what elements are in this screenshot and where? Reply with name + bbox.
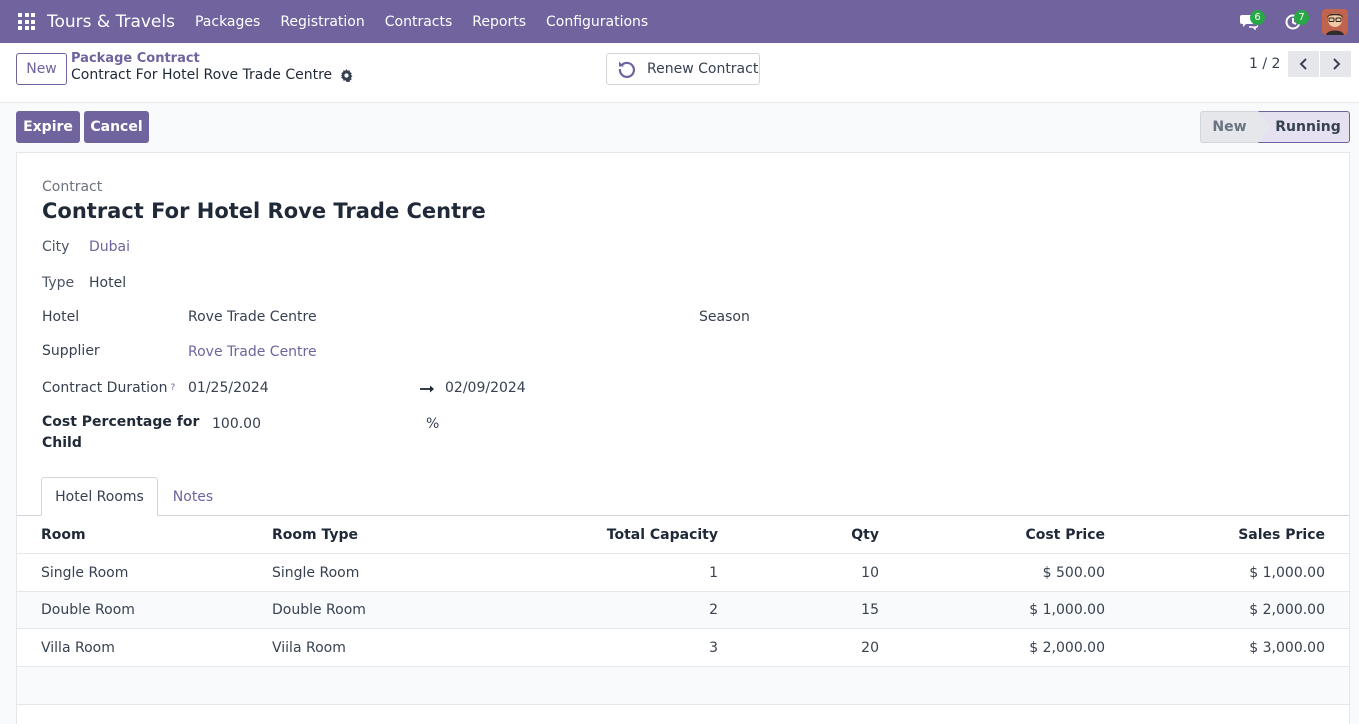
tab-notes[interactable]: Notes xyxy=(159,477,227,516)
table-row[interactable]: Villa Room Viila Room 3 20 $ 2,000.00 $ … xyxy=(17,629,1349,667)
help-tooltip-icon[interactable]: ? xyxy=(170,383,175,393)
new-button[interactable]: New xyxy=(16,53,67,85)
cell-room-type: Viila Room xyxy=(272,639,346,656)
renew-icon xyxy=(618,61,636,78)
header-sales-price[interactable]: Sales Price xyxy=(1238,516,1325,553)
breadcrumb-current: Contract For Hotel Rove Trade Centre xyxy=(71,67,353,83)
activities-badge: 7 xyxy=(1294,9,1309,25)
cost-percentage-label-line2: Child xyxy=(42,435,82,451)
app-brand[interactable]: Tours & Travels xyxy=(47,12,175,32)
messages-button[interactable]: 6 xyxy=(1234,7,1265,37)
table-empty-row xyxy=(17,666,1349,705)
breadcrumb-current-label: Contract For Hotel Rove Trade Centre xyxy=(71,67,333,83)
table-row[interactable]: Single Room Single Room 1 10 $ 500.00 $ … xyxy=(17,554,1349,592)
stage-arrow xyxy=(1258,111,1270,143)
cell-sales-price: $ 3,000.00 xyxy=(1249,639,1325,656)
pager-value[interactable]: 1 / 2 xyxy=(1249,56,1280,72)
contract-duration-label: Contract Duration? xyxy=(42,378,175,399)
contract-label: Contract xyxy=(42,179,103,195)
messages-badge: 6 xyxy=(1250,9,1265,25)
season-label: Season xyxy=(699,309,750,325)
stage-running[interactable]: Running xyxy=(1258,111,1350,143)
stage-new[interactable]: New xyxy=(1200,111,1258,143)
end-date-field[interactable]: 02/09/2024 xyxy=(445,380,526,396)
cost-percentage-label-line1: Cost Percentage for xyxy=(42,414,200,430)
supplier-label: Supplier xyxy=(42,343,100,359)
cell-qty: 20 xyxy=(861,639,879,656)
hotel-label: Hotel xyxy=(42,309,80,325)
breadcrumb-parent[interactable]: Package Contract xyxy=(71,51,353,67)
activities-button[interactable]: 7 xyxy=(1278,7,1309,37)
supplier-link[interactable]: Rove Trade Centre xyxy=(188,344,317,360)
type-value[interactable]: Hotel xyxy=(89,275,126,291)
status-bar: New Running xyxy=(1200,111,1350,143)
chevron-right-icon xyxy=(1333,58,1341,70)
cell-capacity: 3 xyxy=(709,639,718,656)
start-date-field[interactable]: 01/25/2024 xyxy=(188,380,269,396)
cell-capacity: 1 xyxy=(709,564,718,581)
header-room[interactable]: Room xyxy=(41,516,86,553)
pager: 1 / 2 xyxy=(1249,51,1352,77)
cell-cost-price: $ 1,000.00 xyxy=(1029,602,1105,618)
city-label: City xyxy=(42,239,70,255)
chevron-left-icon xyxy=(1299,58,1307,70)
table-row[interactable]: Double Room Double Room 2 15 $ 1,000.00 … xyxy=(17,591,1349,629)
menu-registration[interactable]: Registration xyxy=(270,14,374,30)
pager-next-button[interactable] xyxy=(1320,51,1352,77)
pager-previous-button[interactable] xyxy=(1288,51,1320,77)
type-label: Type xyxy=(42,275,75,291)
header-total-capacity[interactable]: Total Capacity xyxy=(607,516,718,553)
cost-percentage-label: Cost Percentage for Child xyxy=(42,412,199,454)
cancel-button[interactable]: Cancel xyxy=(84,111,149,143)
percent-sign: % xyxy=(426,416,440,432)
menu-reports[interactable]: Reports xyxy=(462,14,536,30)
stage-running-label: Running xyxy=(1275,119,1341,135)
menu-configurations[interactable]: Configurations xyxy=(536,14,658,30)
cell-room: Single Room xyxy=(41,564,129,581)
contract-duration-text: Contract Duration xyxy=(42,380,168,396)
hotel-rooms-table: Room Room Type Total Capacity Qty Cost P… xyxy=(17,516,1349,705)
arrow-right-icon xyxy=(420,385,434,393)
top-navbar: Tours & Travels Packages Registration Co… xyxy=(0,0,1359,43)
gear-icon[interactable] xyxy=(340,68,353,82)
cell-sales-price: $ 1,000.00 xyxy=(1249,564,1325,581)
apps-grid-icon[interactable] xyxy=(18,13,35,30)
renew-contract-button[interactable]: Renew Contract xyxy=(606,53,760,85)
control-panel: New Package Contract Contract For Hotel … xyxy=(0,43,1359,103)
user-avatar[interactable] xyxy=(1322,8,1348,35)
expire-button[interactable]: Expire xyxy=(16,111,80,143)
cell-room: Villa Room xyxy=(41,639,115,656)
cell-qty: 15 xyxy=(861,602,879,618)
cell-cost-price: $ 2,000.00 xyxy=(1029,639,1105,656)
cell-room-type: Single Room xyxy=(272,564,360,581)
cell-capacity: 2 xyxy=(709,602,718,618)
header-room-type[interactable]: Room Type xyxy=(272,516,358,553)
table-header: Room Room Type Total Capacity Qty Cost P… xyxy=(17,516,1349,554)
cell-cost-price: $ 500.00 xyxy=(1042,564,1105,581)
cell-room-type: Double Room xyxy=(272,602,366,618)
breadcrumb: Package Contract Contract For Hotel Rove… xyxy=(71,51,353,83)
cell-sales-price: $ 2,000.00 xyxy=(1249,602,1325,618)
page-title[interactable]: Contract For Hotel Rove Trade Centre xyxy=(42,199,486,223)
header-cost-price[interactable]: Cost Price xyxy=(1025,516,1105,553)
cost-percentage-input[interactable]: 100.00 xyxy=(212,416,261,432)
cell-qty: 10 xyxy=(861,564,879,581)
tab-hotel-rooms[interactable]: Hotel Rooms xyxy=(41,477,158,516)
header-qty[interactable]: Qty xyxy=(851,516,879,553)
menu-contracts[interactable]: Contracts xyxy=(375,14,463,30)
cell-room: Double Room xyxy=(41,602,135,618)
form-sheet: Contract Contract For Hotel Rove Trade C… xyxy=(16,152,1350,724)
city-link[interactable]: Dubai xyxy=(89,239,130,255)
renew-contract-label: Renew Contract xyxy=(647,61,759,77)
hotel-value[interactable]: Rove Trade Centre xyxy=(188,309,317,325)
menu-packages[interactable]: Packages xyxy=(185,14,270,30)
